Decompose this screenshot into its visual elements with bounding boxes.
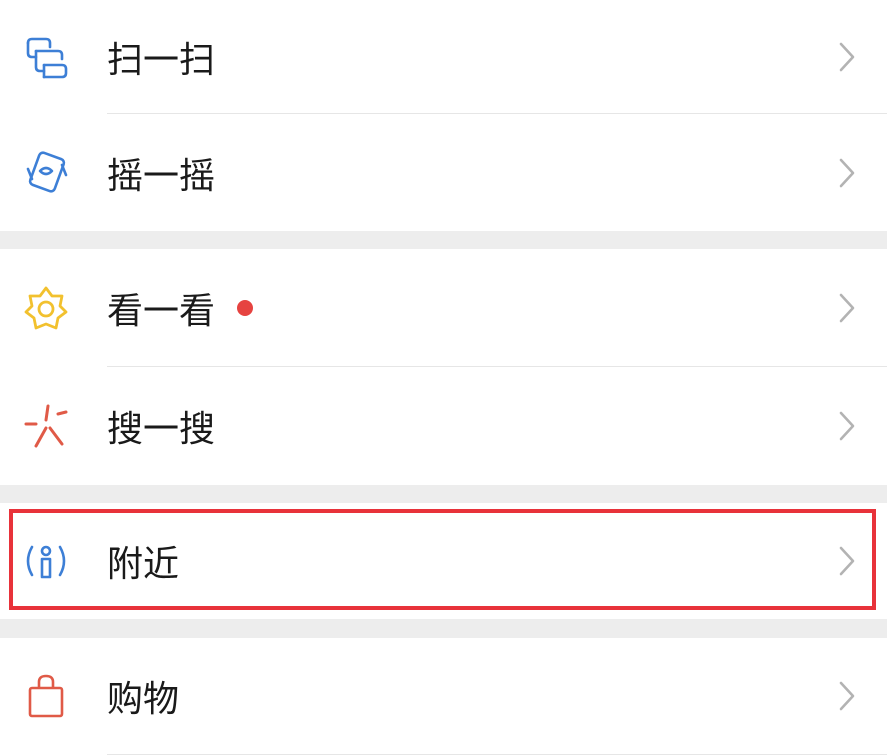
menu-group-1: 扫一扫 摇一摇	[0, 0, 887, 231]
menu-item-label: 看一看	[107, 290, 216, 332]
menu-item-scan[interactable]: 扫一扫	[0, 0, 887, 113]
menu-item-top-stories[interactable]: 看一看	[0, 249, 887, 366]
menu-item-shake[interactable]: 摇一摇	[0, 114, 887, 231]
menu-group-4: 购物	[0, 638, 887, 756]
menu-item-label: 购物	[107, 679, 180, 720]
chevron-right-icon	[837, 157, 857, 189]
search-sparkle-icon	[22, 402, 70, 450]
row-divider	[107, 754, 887, 755]
discover-menu: 扫一扫 摇一摇 看一看 搜一搜 附近 购物	[0, 0, 887, 756]
top-stories-icon	[22, 284, 70, 332]
chevron-right-icon	[837, 680, 857, 712]
nearby-icon	[22, 537, 70, 585]
menu-item-label: 扫一扫	[107, 39, 216, 81]
menu-item-label: 附近	[107, 544, 180, 585]
menu-group-2: 看一看 搜一搜	[0, 249, 887, 485]
menu-item-label: 搜一搜	[107, 409, 216, 450]
chevron-right-icon	[837, 545, 857, 577]
menu-item-label: 摇一摇	[107, 155, 216, 197]
chevron-right-icon	[837, 410, 857, 442]
shake-icon	[22, 149, 70, 197]
menu-item-nearby[interactable]: 附近	[0, 503, 887, 619]
red-dot-badge	[237, 299, 253, 316]
chevron-right-icon	[837, 292, 857, 324]
scan-icon	[22, 33, 70, 81]
menu-item-search[interactable]: 搜一搜	[0, 367, 887, 485]
menu-item-shopping[interactable]: 购物	[0, 638, 887, 754]
menu-group-3: 附近	[0, 503, 887, 619]
shopping-bag-icon	[22, 672, 70, 720]
chevron-right-icon	[837, 41, 857, 73]
